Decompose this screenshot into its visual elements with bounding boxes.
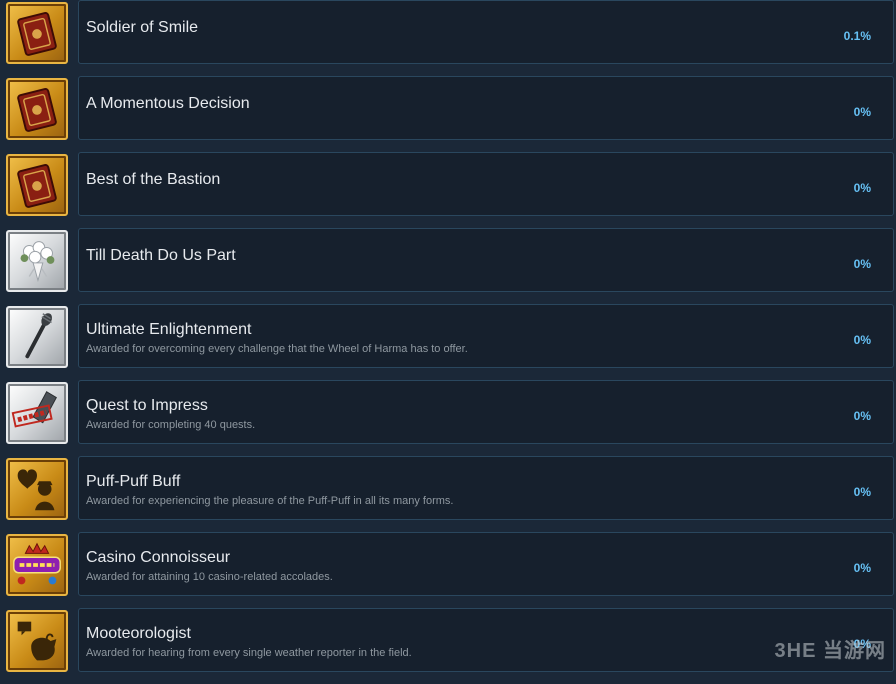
- achievement-description: Awarded for experiencing the pleasure of…: [86, 495, 454, 507]
- achievement-card[interactable]: Quest to Impress Awarded for completing …: [78, 380, 894, 444]
- achievement-description: Awarded for completing 40 quests.: [86, 419, 256, 431]
- achievement-title: Soldier of Smile: [86, 19, 199, 36]
- unlock-percent: 0.1%: [843, 29, 871, 43]
- achievement-row: Puff-Puff Buff Awarded for experiencing …: [0, 456, 896, 532]
- unlock-percent: 0%: [853, 561, 871, 575]
- achievement-row: Quest to Impress Awarded for completing …: [0, 380, 896, 456]
- achievement-row: Best of the Bastion 0%: [0, 152, 896, 228]
- achievement-card[interactable]: Ultimate Enlightenment Awarded for overc…: [78, 304, 894, 368]
- achievement-row: Soldier of Smile 0.1%: [0, 0, 896, 76]
- achievement-row: A Momentous Decision 0%: [0, 76, 896, 152]
- achievement-description: Awarded for attaining 10 casino-related …: [86, 571, 333, 583]
- achievement-row: Ultimate Enlightenment Awarded for overc…: [0, 304, 896, 380]
- casino-icon: [6, 534, 68, 596]
- unlock-percent: 0%: [853, 333, 871, 347]
- unlock-percent: 0%: [853, 105, 871, 119]
- achievement-description: Awarded for hearing from every single we…: [86, 647, 412, 659]
- achievement-card[interactable]: Puff-Puff Buff Awarded for experiencing …: [78, 456, 894, 520]
- site-watermark: 3HE 当游网: [774, 640, 886, 662]
- achievement-description: Awarded for overcoming every challenge t…: [86, 343, 468, 355]
- achievement-card[interactable]: Soldier of Smile 0.1%: [78, 0, 894, 64]
- achievement-card[interactable]: Casino Connoisseur Awarded for attaining…: [78, 532, 894, 596]
- achievement-card[interactable]: Best of the Bastion 0%: [78, 152, 894, 216]
- achievement-title: Till Death Do Us Part: [86, 247, 236, 264]
- achievement-card[interactable]: Mooteorologist Awarded for hearing from …: [78, 608, 894, 672]
- book-icon: [6, 2, 68, 64]
- unlock-percent: 0%: [853, 485, 871, 499]
- achievement-row: Till Death Do Us Part 0%: [0, 228, 896, 304]
- achievement-card[interactable]: A Momentous Decision 0%: [78, 76, 894, 140]
- achievement-title: Casino Connoisseur: [86, 549, 231, 566]
- bouquet-icon: [6, 230, 68, 292]
- achievement-row: Mooteorologist Awarded for hearing from …: [0, 608, 896, 684]
- book-icon: [6, 78, 68, 140]
- unlock-percent: 0%: [853, 181, 871, 195]
- achievement-row: Casino Connoisseur Awarded for attaining…: [0, 532, 896, 608]
- achievement-list: Soldier of Smile 0.1% A Momentous Decisi…: [0, 0, 896, 684]
- staff-icon: [6, 306, 68, 368]
- book-icon: [6, 154, 68, 216]
- achievement-title: Quest to Impress: [86, 397, 208, 414]
- achievement-title: Mooteorologist: [86, 625, 191, 642]
- achievement-card[interactable]: Till Death Do Us Part 0%: [78, 228, 894, 292]
- clear-stamp-icon: [6, 382, 68, 444]
- cow-icon: [6, 610, 68, 672]
- achievement-title: A Momentous Decision: [86, 95, 250, 112]
- unlock-percent: 0%: [853, 409, 871, 423]
- achievement-title: Puff-Puff Buff: [86, 473, 181, 490]
- unlock-percent: 0%: [853, 257, 871, 271]
- achievement-title: Ultimate Enlightenment: [86, 321, 252, 338]
- puff-silhouette-icon: [6, 458, 68, 520]
- achievement-title: Best of the Bastion: [86, 171, 221, 188]
